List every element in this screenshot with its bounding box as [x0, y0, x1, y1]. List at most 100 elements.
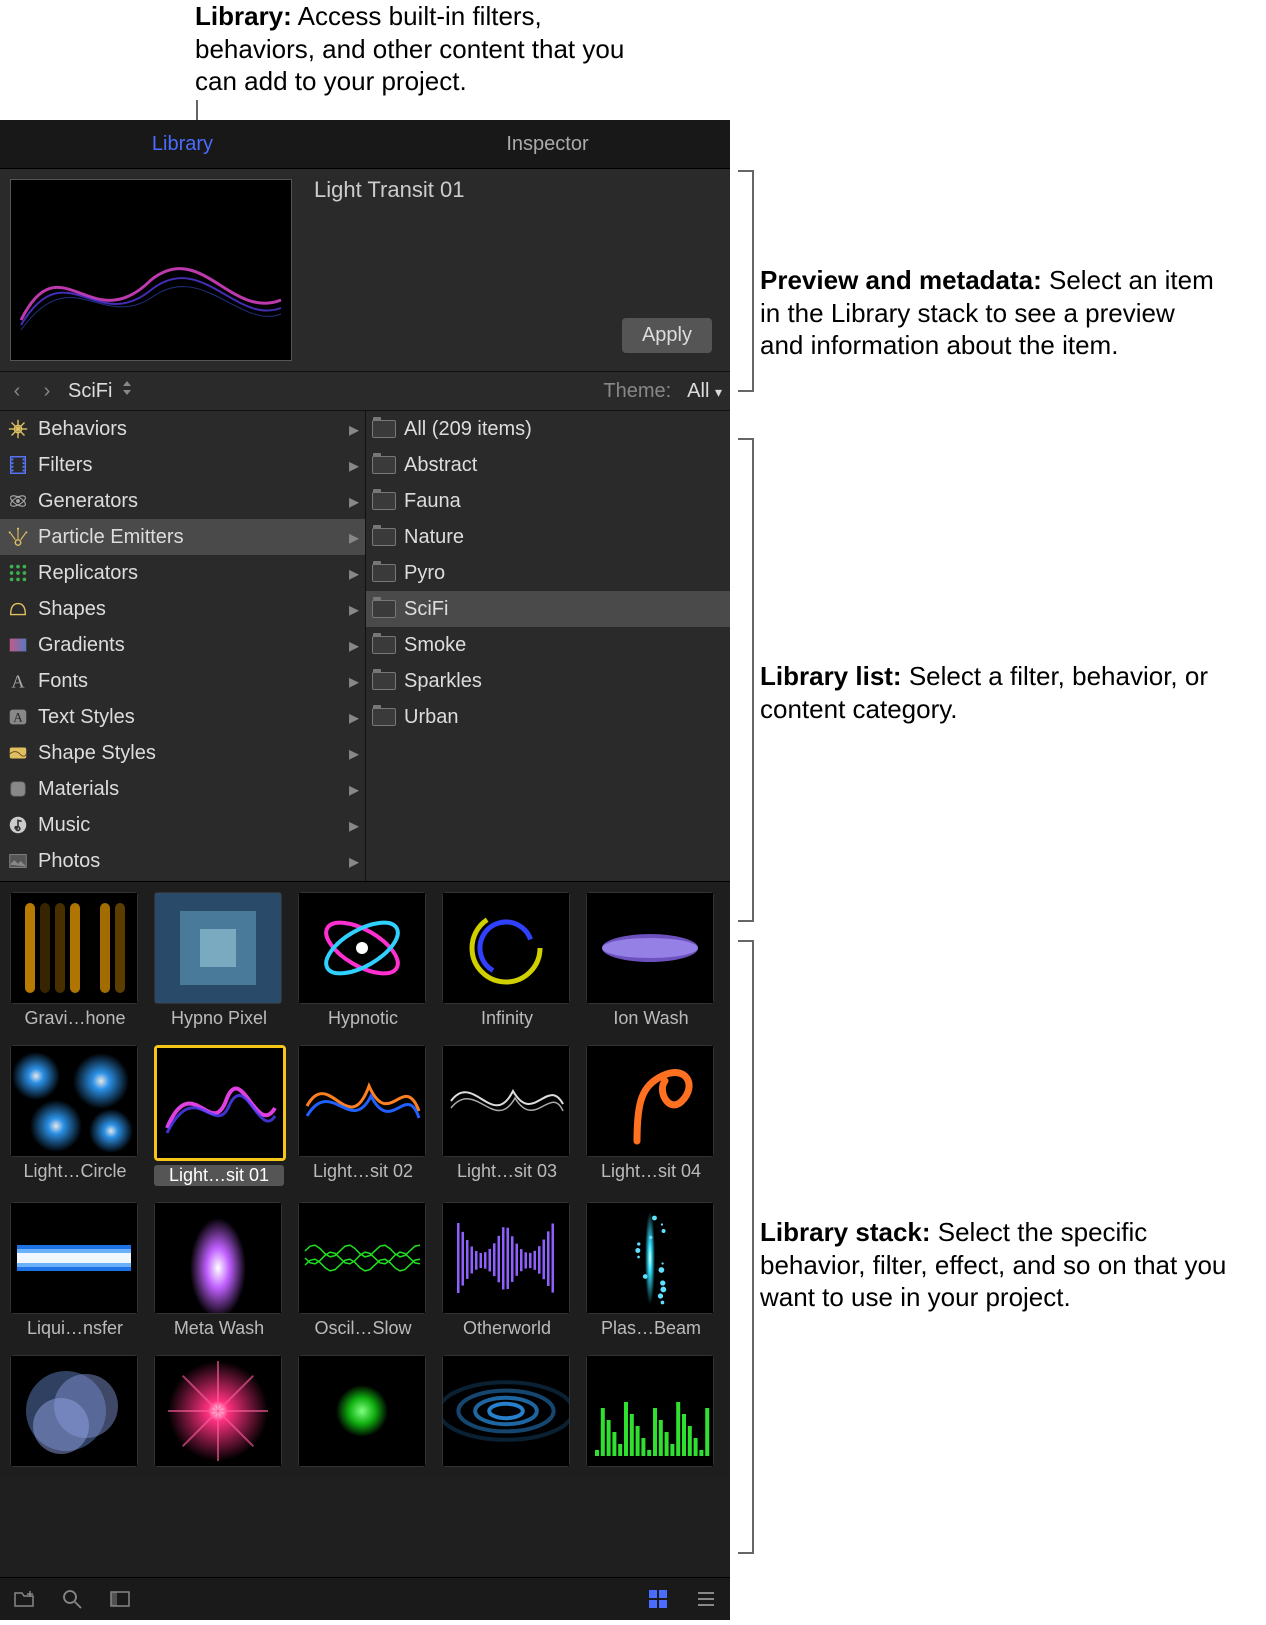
folder-icon — [372, 705, 396, 729]
callout-list-bold: Library list: — [760, 661, 902, 691]
stack-item-label: Liqui…nsfer — [10, 1318, 140, 1339]
category-content[interactable]: Content▸ — [0, 879, 365, 881]
folder-all-209-items-[interactable]: All (209 items) — [366, 411, 730, 447]
path-stepper-icon[interactable] — [120, 379, 134, 403]
stack-item[interactable]: Light…sit 03 — [442, 1045, 572, 1186]
stack-thumbnail — [442, 1045, 570, 1157]
stack-item[interactable] — [586, 1355, 716, 1467]
stack-item[interactable] — [10, 1355, 140, 1467]
sidebar-toggle-icon[interactable] — [108, 1587, 132, 1611]
folder-pyro[interactable]: Pyro — [366, 555, 730, 591]
folder-icon — [372, 453, 396, 477]
chevron-right-icon: ▸ — [349, 705, 359, 730]
folder-label: Urban — [404, 706, 724, 729]
category-behaviors[interactable]: Behaviors▸ — [0, 411, 365, 447]
search-icon[interactable] — [60, 1587, 84, 1611]
folder-abstract[interactable]: Abstract — [366, 447, 730, 483]
stack-thumbnail — [298, 892, 426, 1004]
theme-value[interactable]: All ▾ — [687, 380, 722, 403]
stack-thumbnail — [10, 892, 138, 1004]
stack-item[interactable]: Plas…Beam — [586, 1202, 716, 1339]
tab-library[interactable]: Library — [0, 120, 365, 168]
stack-item[interactable] — [154, 1355, 284, 1467]
stack-item[interactable]: Hypno Pixel — [154, 892, 284, 1029]
folder-nature[interactable]: Nature — [366, 519, 730, 555]
folder-urban[interactable]: Urban — [366, 699, 730, 735]
folder-smoke[interactable]: Smoke — [366, 627, 730, 663]
category-label: Behaviors — [38, 418, 349, 441]
grid-view-icon[interactable] — [646, 1587, 670, 1611]
gear-icon — [6, 417, 30, 441]
bottom-toolbar — [0, 1577, 730, 1620]
nav-back-icon[interactable]: ‹ — [8, 380, 26, 403]
stack-thumbnail — [442, 1355, 570, 1467]
folder-scifi[interactable]: SciFi — [366, 591, 730, 627]
category-music[interactable]: Music▸ — [0, 807, 365, 843]
stack-item[interactable] — [298, 1355, 428, 1467]
svg-text:A: A — [11, 671, 25, 691]
category-replicators[interactable]: Replicators▸ — [0, 555, 365, 591]
chevron-right-icon: ▸ — [349, 777, 359, 802]
stack-item-label: Infinity — [442, 1008, 572, 1029]
category-fonts[interactable]: AFonts▸ — [0, 663, 365, 699]
preview-area: Light Transit 01 Apply — [0, 169, 730, 372]
stack-thumbnail — [442, 1202, 570, 1314]
new-folder-icon[interactable] — [12, 1587, 36, 1611]
path-name[interactable]: SciFi — [68, 380, 112, 403]
stack-item[interactable]: Infinity — [442, 892, 572, 1029]
stack-thumbnail — [154, 1355, 282, 1467]
folder-label: All (209 items) — [404, 418, 724, 441]
category-shapes[interactable]: Shapes▸ — [0, 591, 365, 627]
filmstrip-icon — [6, 453, 30, 477]
category-gradients[interactable]: Gradients▸ — [0, 627, 365, 663]
category-shape-styles[interactable]: Shape Styles▸ — [0, 735, 365, 771]
gradient-icon — [6, 633, 30, 657]
category-text-styles[interactable]: AText Styles▸ — [0, 699, 365, 735]
stack-item[interactable]: Oscil…Slow — [298, 1202, 428, 1339]
folder-fauna[interactable]: Fauna — [366, 483, 730, 519]
material-icon — [6, 777, 30, 801]
stack-item[interactable]: Ion Wash — [586, 892, 716, 1029]
list-view-icon[interactable] — [694, 1587, 718, 1611]
folder-icon — [372, 633, 396, 657]
stack-item[interactable]: Otherworld — [442, 1202, 572, 1339]
tab-inspector[interactable]: Inspector — [365, 120, 730, 168]
folder-label: Abstract — [404, 454, 724, 477]
category-generators[interactable]: Generators▸ — [0, 483, 365, 519]
stack-item[interactable]: Hypnotic — [298, 892, 428, 1029]
stack-item[interactable]: Liqui…nsfer — [10, 1202, 140, 1339]
category-particle-emitters[interactable]: Particle Emitters▸ — [0, 519, 365, 555]
stack-item[interactable]: Meta Wash — [154, 1202, 284, 1339]
stack-thumbnail — [10, 1355, 138, 1467]
category-materials[interactable]: Materials▸ — [0, 771, 365, 807]
theme-label: Theme: — [603, 380, 671, 403]
bracket-stack — [738, 940, 754, 1554]
replicator-icon — [6, 561, 30, 585]
stack-item[interactable]: Light…sit 01 — [154, 1045, 284, 1186]
stack-thumbnail — [586, 1202, 714, 1314]
stack-item[interactable]: Light…sit 04 — [586, 1045, 716, 1186]
apply-button[interactable]: Apply — [622, 318, 712, 353]
stack-item[interactable]: Gravi…hone — [10, 892, 140, 1029]
category-photos[interactable]: Photos▸ — [0, 843, 365, 879]
folder-icon — [372, 525, 396, 549]
stack-item-label: Gravi…hone — [10, 1008, 140, 1029]
shape-icon — [6, 597, 30, 621]
folder-label: Sparkles — [404, 670, 724, 693]
stack-item-label: Light…sit 01 — [154, 1165, 284, 1186]
folder-icon — [372, 417, 396, 441]
folder-sparkles[interactable]: Sparkles — [366, 663, 730, 699]
shapestyle-icon — [6, 741, 30, 765]
chevron-right-icon: ▸ — [349, 741, 359, 766]
chevron-right-icon: ▸ — [349, 561, 359, 586]
stack-item[interactable]: Light…sit 02 — [298, 1045, 428, 1186]
nav-forward-icon[interactable]: › — [38, 380, 56, 403]
stack-item[interactable] — [442, 1355, 572, 1467]
stack-item-label: Ion Wash — [586, 1008, 716, 1029]
stack-item[interactable]: Light…Circle — [10, 1045, 140, 1186]
stack-item-label: Light…sit 04 — [586, 1161, 716, 1182]
category-filters[interactable]: Filters▸ — [0, 447, 365, 483]
stack-thumbnail — [154, 1202, 282, 1314]
emitter-icon — [6, 525, 30, 549]
atom-icon — [6, 489, 30, 513]
